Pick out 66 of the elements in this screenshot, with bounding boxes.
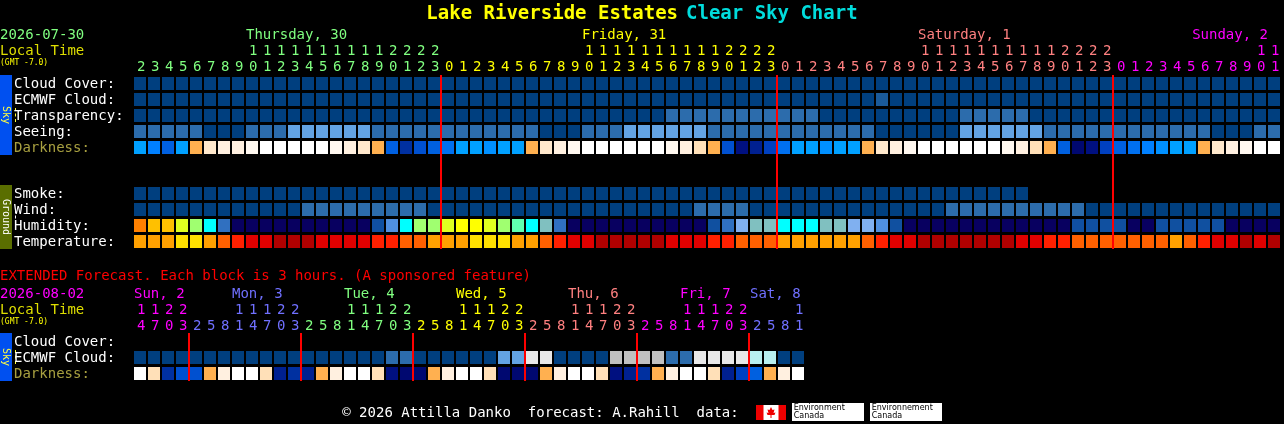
hour-digits: 012345678901 [1117, 58, 1284, 74]
row-label: Cloud Cover: [14, 333, 116, 349]
row-label: Darkness: [14, 139, 90, 155]
hour-digits: 4703 [137, 317, 193, 333]
day-divider-line [412, 333, 414, 381]
hour-digits: 25814703 [641, 317, 753, 333]
hour-digits: 25814703 [305, 317, 417, 333]
credit-text: © 2026 Attilla Danko [342, 404, 511, 420]
day-label: Fri, 7 [680, 285, 731, 301]
agency-logo-text: Environment Canada [791, 403, 864, 421]
day-divider-line [300, 333, 302, 381]
hour-digits: 25814703 [417, 317, 529, 333]
hour-tens-digits: 11122 [571, 301, 641, 317]
row-label: Temperature: [14, 233, 116, 249]
day-label: Sat, 8 [750, 285, 801, 301]
hour-digits: 2345678901234567890123 [137, 58, 445, 74]
forecast-date: 2026-07-30 [0, 26, 85, 42]
hour-tens-digits: 1 [795, 301, 809, 317]
day-label: Thu, 6 [568, 285, 619, 301]
row-label: ECMWF Cloud: [14, 91, 116, 107]
row-label: ECMWF Cloud: [14, 349, 116, 365]
day-divider-line [748, 333, 750, 381]
time-label: Local Time [0, 301, 85, 317]
hour-digits: 25814703 [529, 317, 641, 333]
extended-forecast-notice: EXTENDED Forecast. Each block is 3 hours. (A sponsored feature) [0, 267, 531, 283]
day-label: Wed, 5 [456, 285, 507, 301]
site-title: Lake Riverside Estates [426, 1, 679, 23]
hour-tens-digits: 11 [1257, 42, 1284, 58]
day-label: Sun, 2 [134, 285, 185, 301]
canada-flag-icon [755, 404, 786, 420]
timezone-label: (GMT -7.0) [0, 317, 49, 327]
day-label: Sunday, 2 [1192, 26, 1268, 42]
hour-digits: 012345678901234567890123 [781, 58, 1118, 74]
day-label: Saturday, 1 [918, 26, 1011, 42]
hour-tens-digits: 11122 [235, 301, 305, 317]
hour-tens-digits: 11122 [683, 301, 753, 317]
day-label: Friday, 31 [582, 26, 667, 42]
forecast-date: 2026-08-02 [0, 285, 85, 301]
credit-text: data: [696, 404, 739, 420]
hour-digits: 012345678901234567890123 [445, 58, 782, 74]
row-label: Darkness: [14, 365, 90, 381]
day-label: Mon, 3 [232, 285, 283, 301]
agency-logo-text: Environnement Canada [869, 403, 942, 421]
row-label: Transparency: [14, 107, 124, 123]
day-label: Tue, 4 [344, 285, 395, 301]
hour-tens-digits: 11111111112222 [921, 42, 1117, 58]
chart-title: Clear Sky Chart [686, 1, 858, 23]
row-label: Humidity: [14, 217, 90, 233]
hour-tens-digits: 11111111112222 [249, 42, 445, 58]
time-label: Local Time [0, 42, 85, 58]
credit-text: forecast: A.Rahill [527, 404, 680, 420]
hour-tens-digits: 11111111112222 [585, 42, 781, 58]
hour-digits: 25814703 [193, 317, 305, 333]
row-label: Cloud Cover: [14, 75, 116, 91]
row-label: Smoke: [14, 185, 65, 201]
hour-tens-digits: 11122 [459, 301, 529, 317]
timezone-label: (GMT -7.0) [0, 58, 49, 68]
day-divider-line [188, 333, 190, 381]
hour-tens-digits: 11122 [347, 301, 417, 317]
hour-digits: 2581 [753, 317, 809, 333]
row-label: Wind: [14, 201, 57, 217]
day-divider-line [636, 333, 638, 381]
row-label: Seeing: [14, 123, 73, 139]
day-divider-line [524, 333, 526, 381]
hour-tens-digits: 1122 [137, 301, 193, 317]
day-label: Thursday, 30 [246, 26, 348, 42]
